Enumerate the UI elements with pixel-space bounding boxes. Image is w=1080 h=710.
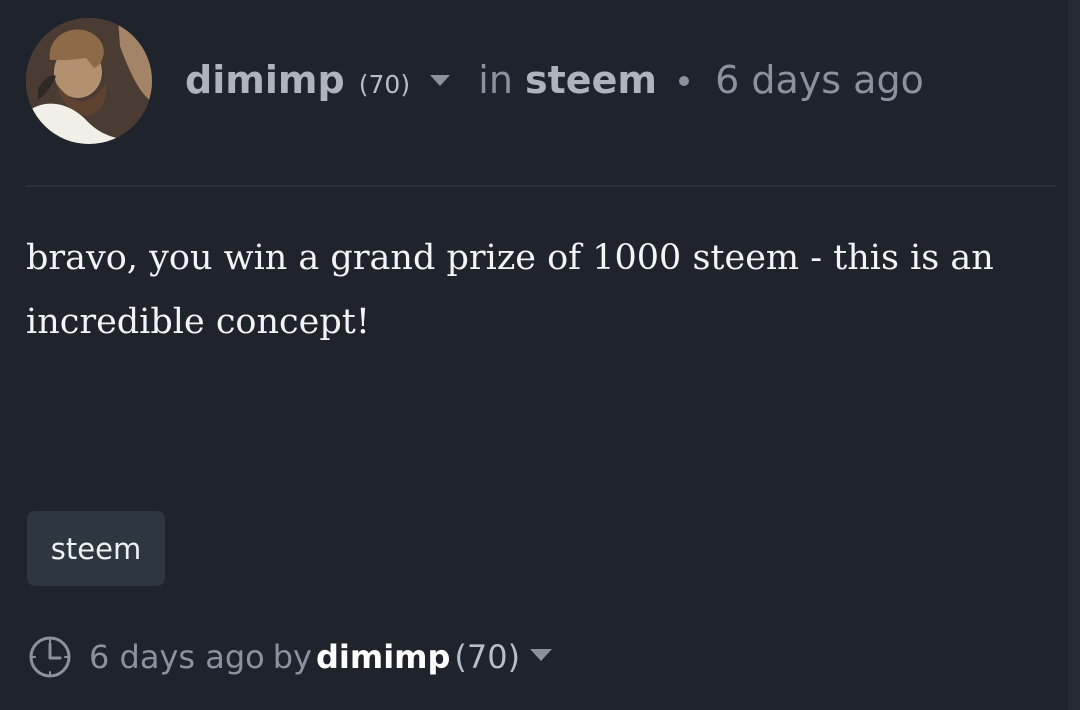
chevron-down-icon[interactable] (530, 649, 553, 661)
footer-author-reputation: (70) (454, 638, 521, 676)
chevron-down-icon[interactable] (430, 75, 451, 86)
footer-author-name[interactable]: dimimp (316, 638, 450, 676)
comment-body: bravo, you win a grand prize of 1000 ste… (26, 238, 994, 342)
comment-header: dimimp (70) in steem 6 days ago (26, 18, 1026, 146)
tag-steem[interactable]: steem (27, 511, 165, 586)
divider (26, 185, 1056, 187)
clock-icon (29, 636, 71, 678)
comment-meta: dimimp (70) in steem 6 days ago (185, 58, 924, 107)
author-reputation: (70) (358, 70, 411, 99)
community-link[interactable]: steem (525, 58, 657, 102)
avatar[interactable] (26, 18, 152, 144)
separator-dot (679, 75, 690, 86)
footer-by-label: by (272, 638, 312, 676)
comment-footer: 6 days ago by dimimp (70) (27, 633, 553, 681)
right-edge (1068, 0, 1080, 710)
footer-timestamp[interactable]: 6 days ago (89, 638, 265, 676)
post-timestamp[interactable]: 6 days ago (715, 58, 924, 102)
author-name[interactable]: dimimp (185, 58, 345, 102)
in-label: in (478, 58, 513, 102)
